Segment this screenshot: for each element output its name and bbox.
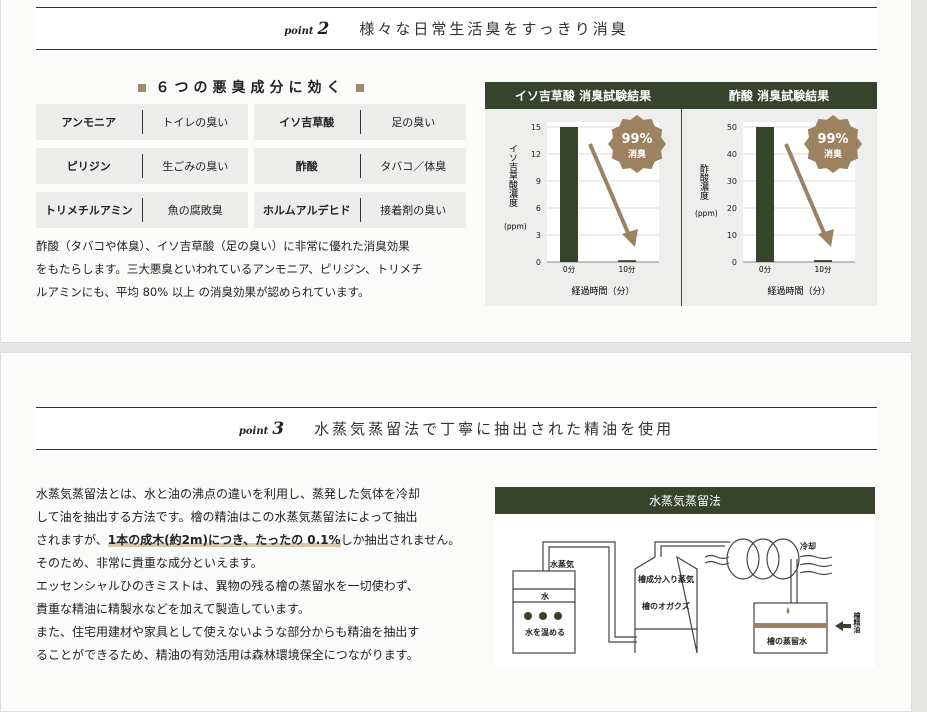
y-tick-label: 50 [727, 123, 737, 132]
x-tick-label: 10分 [814, 265, 832, 274]
bar [756, 127, 774, 262]
point-title: 水蒸気蒸留法で丁寧に抽出された精油を使用 [314, 420, 675, 438]
deodorant-test-charts: イソ吉草酸 消臭試験結果 酢酸 消臭試験結果 0 3 6 9 12 15 0分 10分 経過時間… [485, 82, 877, 306]
x-axis-label: 経過時間（分） [571, 285, 634, 297]
badge-percent: 99% [621, 132, 652, 147]
odor-cell: イソ吉草酸 足の臭い [254, 104, 466, 140]
label-vapor: 檜成分入り蒸気 [638, 574, 694, 584]
y-axis-unit: (ppm) [504, 222, 527, 231]
y-tick-label: 15 [531, 123, 541, 132]
steam-distillation-diagram: 水蒸気蒸留法 水蒸気 水 水を温める 檜成分入り蒸気 檜のオガクズ 冷却 檜の蒸… [495, 487, 875, 669]
y-axis-label: 酢酸濃度 [698, 163, 709, 201]
odor-table: アンモニア トイレの臭い イソ吉草酸 足の臭い ピリジン 生ごみの臭い 酢酸 タバコ／体… [36, 104, 466, 228]
bar [814, 260, 832, 262]
bar [618, 260, 636, 262]
y-tick-label: 6 [536, 204, 541, 213]
x-tick-label: 0分 [759, 265, 772, 274]
bar [560, 127, 578, 262]
label-chips: 檜のオガクズ [642, 601, 690, 611]
odor-cell: アンモニア トイレの臭い [36, 104, 248, 140]
point-2-header: point 2 様々な日常生活臭をすっきり消臭 [36, 7, 877, 50]
y-axis-label: イソ吉草酸濃度 [507, 144, 518, 208]
y-axis-unit: (ppm) [695, 209, 718, 218]
y-tick-label: 12 [531, 150, 541, 159]
y-tick-label: 20 [727, 204, 737, 213]
label-water: 水 [540, 591, 550, 601]
x-tick-label: 10分 [618, 265, 636, 274]
label-distilled: 檜の蒸留水 [767, 636, 808, 646]
badge-text: 消臭 [824, 148, 843, 160]
badge-percent: 99% [817, 132, 848, 147]
y-tick-label: 0 [732, 258, 737, 267]
x-tick-label: 0分 [563, 265, 576, 274]
point-title: 様々な日常生活臭をすっきり消臭 [359, 20, 629, 38]
y-tick-label: 9 [536, 177, 541, 186]
odor-cell: トリメチルアミン 魚の腐敗臭 [36, 192, 248, 228]
diagram-title: 水蒸気蒸留法 [495, 487, 875, 514]
label-steam: 水蒸気 [549, 559, 574, 569]
odor-cell: ピリジン 生ごみの臭い [36, 148, 248, 184]
odor-paragraph: 酢酸（タバコや体臭）、イソ吉草酸（足の臭い）に非常に優れた消臭効果 をもたらします… [36, 239, 423, 299]
point-label: point 2 [284, 18, 330, 39]
bar-charts: 036912150分 10分経過時間（分）イソ吉草酸濃度(ppm)99%消臭010… [504, 115, 862, 297]
steam-paragraph: 水蒸気蒸留法とは、水と油の沸点の違いを利用し、蒸発した気体を冷却 して油を抽出する… [36, 487, 461, 662]
section-point-2: point 2 様々な日常生活臭をすっきり消臭 ６つの悪臭成分に効く アンモニアト… [0, 0, 912, 343]
point-label: point 3 [238, 418, 285, 439]
y-tick-label: 30 [727, 177, 737, 186]
highlight-text: 1本の成木(約2m)につき、たったの 0.1% [107, 533, 341, 547]
badge-text: 消臭 [628, 148, 647, 160]
x-axis-label: 経過時間（分） [767, 285, 830, 297]
label-oil: 檜精油 [853, 611, 862, 634]
y-tick-label: 3 [536, 231, 541, 240]
label-heat: 水を温める [524, 627, 565, 637]
y-tick-label: 0 [536, 258, 541, 267]
odor-heading: ６つの悪臭成分に効く [36, 77, 465, 97]
y-tick-label: 40 [727, 150, 737, 159]
label-cool: 冷却 [800, 541, 816, 551]
y-tick-label: 10 [727, 231, 737, 240]
odor-cell: 酢酸 タバコ／体臭 [254, 148, 466, 184]
point-3-header: point 3 水蒸気蒸留法で丁寧に抽出された精油を使用 [36, 407, 877, 450]
odor-cell: ホルムアルデヒド 接着剤の臭い [254, 192, 466, 228]
